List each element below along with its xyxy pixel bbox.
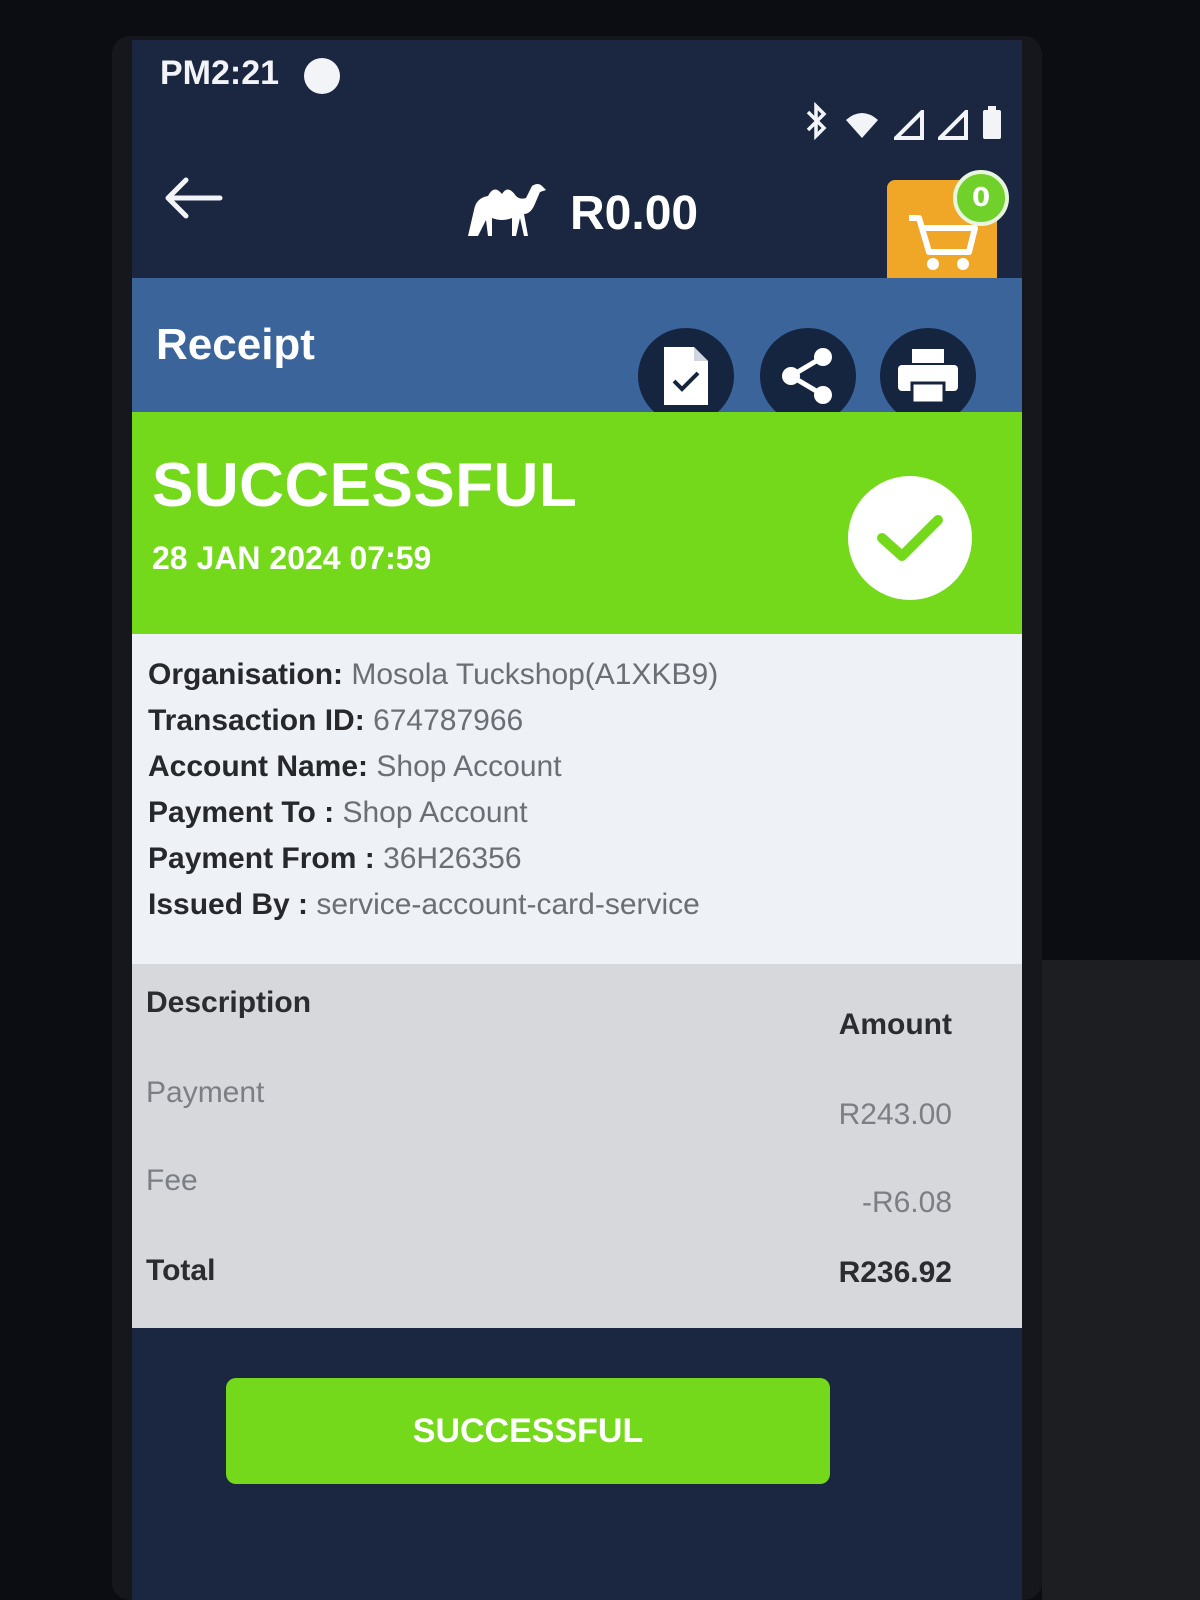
- column-header-description: Description: [146, 986, 312, 1019]
- camel-icon: [462, 180, 548, 246]
- table-row: Fee -R6.08: [132, 1164, 1022, 1224]
- total-label: Total: [146, 1254, 216, 1287]
- back-button[interactable]: [160, 168, 230, 228]
- background-surface: [1042, 960, 1200, 1600]
- detail-value: Mosola Tuckshop(A1XKB9): [351, 658, 719, 691]
- bluetooth-icon: [804, 101, 830, 144]
- notification-dot-icon: [304, 58, 340, 94]
- wifi-icon: [844, 110, 880, 144]
- transaction-datetime: 28 JAN 2024 07:59: [152, 540, 432, 576]
- brand-balance: R0.00: [462, 180, 698, 246]
- detail-label: Payment From :: [148, 842, 375, 875]
- detail-label: Organisation:: [148, 658, 344, 691]
- amount-table: Description Amount Payment R243.00 Fee -…: [132, 964, 1022, 1328]
- detail-issued-by: Issued By : service-account-card-service: [148, 882, 1006, 928]
- status-time: PM2:21: [160, 54, 280, 92]
- app-screen: PM2:21 R0.00 0 Receipt SUCCESSFUL 28 JAN…: [132, 40, 1022, 1600]
- row-amount: R243.00: [838, 1098, 952, 1131]
- status-banner: SUCCESSFUL 28 JAN 2024 07:59: [132, 412, 1022, 634]
- detail-label: Transaction ID:: [148, 704, 365, 737]
- successful-button[interactable]: SUCCESSFUL: [226, 1378, 830, 1484]
- printer-icon: [898, 349, 958, 405]
- detail-account-name: Account Name: Shop Account: [148, 744, 1006, 790]
- print-button[interactable]: [880, 328, 976, 424]
- status-bar: PM2:21: [132, 40, 1022, 150]
- app-header: R0.00 0: [132, 150, 1022, 298]
- cart-count-badge: 0: [953, 170, 1009, 226]
- row-description: Payment: [146, 1076, 265, 1109]
- row-description: Fee: [146, 1164, 198, 1197]
- detail-value: Shop Account: [376, 750, 562, 783]
- detail-value: 36H26356: [383, 842, 522, 875]
- column-header-amount: Amount: [838, 1008, 952, 1041]
- detail-label: Issued By :: [148, 888, 309, 921]
- detail-value: service-account-card-service: [316, 888, 700, 921]
- transaction-details: Organisation: Mosola Tuckshop(A1XKB9) Tr…: [132, 634, 1022, 964]
- success-check-icon: [848, 476, 972, 600]
- share-button[interactable]: [760, 328, 856, 424]
- detail-value: 674787966: [373, 704, 524, 737]
- document-check-icon: [664, 347, 708, 405]
- table-header: Description Amount: [132, 986, 1022, 1046]
- status-icons: [804, 101, 1002, 144]
- detail-label: Account Name:: [148, 750, 369, 783]
- share-icon: [782, 348, 832, 404]
- total-amount: R236.92: [838, 1256, 952, 1289]
- detail-value: Shop Account: [342, 796, 528, 829]
- detail-label: Payment To :: [148, 796, 335, 829]
- detail-organisation: Organisation: Mosola Tuckshop(A1XKB9): [148, 652, 1006, 698]
- document-button[interactable]: [638, 328, 734, 424]
- battery-icon: [982, 106, 1002, 144]
- detail-payment-from: Payment From : 36H26356: [148, 836, 1006, 882]
- detail-transaction-id: Transaction ID: 674787966: [148, 698, 1006, 744]
- row-amount: -R6.08: [861, 1186, 952, 1219]
- page-title: Receipt: [156, 320, 315, 369]
- signal-icon: [935, 107, 968, 144]
- footer: SUCCESSFUL: [132, 1328, 1022, 1600]
- signal-icon: [891, 107, 924, 144]
- transaction-status: SUCCESSFUL: [152, 451, 578, 520]
- arrow-left-icon: [165, 177, 223, 219]
- balance-amount: R0.00: [570, 186, 699, 240]
- table-row: Payment R243.00: [132, 1076, 1022, 1136]
- table-total-row: Total R236.92: [132, 1254, 1022, 1314]
- detail-payment-to: Payment To : Shop Account: [148, 790, 1006, 836]
